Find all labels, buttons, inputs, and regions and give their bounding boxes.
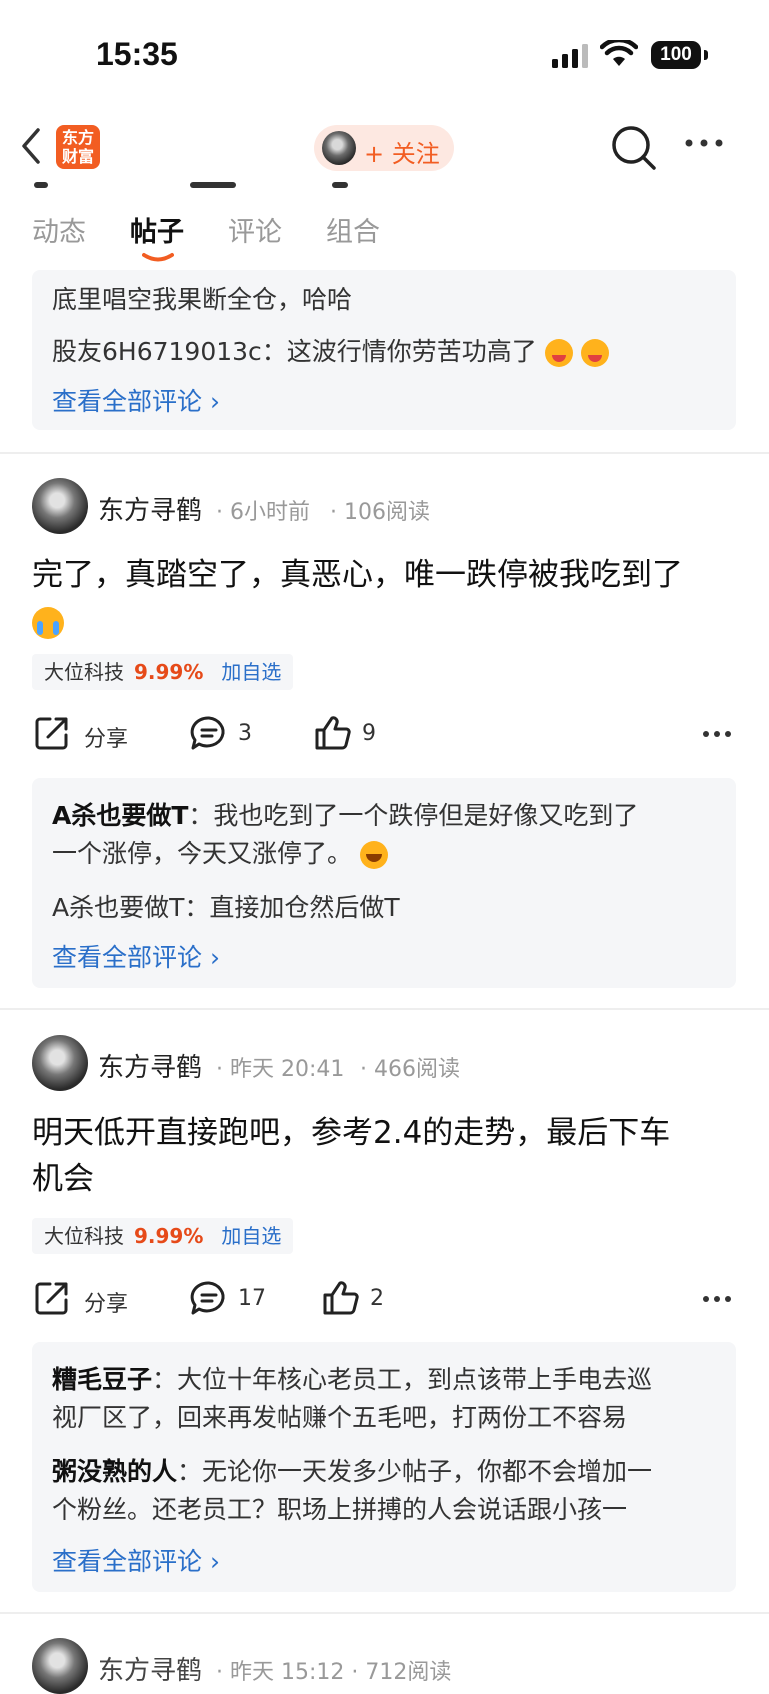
author-name[interactable]: 东方寻鹤 xyxy=(98,490,202,527)
share-button[interactable]: 分享 xyxy=(84,1286,128,1318)
like-count[interactable]: 9 xyxy=(362,721,376,746)
comment-author[interactable]: 糟毛豆子 xyxy=(52,1365,152,1394)
comment-author[interactable]: 粥没熟的人 xyxy=(52,1457,177,1486)
scrolled-text-fragment xyxy=(34,182,48,188)
like-icon[interactable] xyxy=(322,1280,360,1316)
wifi-icon xyxy=(600,40,638,66)
comment-text: 视厂区了，回来再发帖赚个五毛吧，打两份工不容易 xyxy=(52,1403,628,1432)
follow-label: + 关注 xyxy=(364,140,440,168)
emoji-icon xyxy=(359,841,388,869)
tab-comments[interactable]: 评论 xyxy=(228,210,282,249)
back-icon[interactable] xyxy=(16,126,46,166)
comment-text: ：无论你一天发多少帖子，你都不会增加一 xyxy=(177,1457,653,1486)
comment-text: ：大位十年核心老员工，到点该带上手电去巡 xyxy=(152,1365,653,1394)
comment-author[interactable]: A杀也要做T xyxy=(52,801,188,830)
tab-bar: 动态 帖子 评论 组合 xyxy=(0,182,769,264)
tab-activity[interactable]: 动态 xyxy=(32,210,86,249)
nav-bar: 东方 财富 + 关注 xyxy=(0,112,769,184)
comment-line: 股友6H6719013c：这波行情你劳苦功高了 xyxy=(52,332,609,368)
comment-text: ：直接加仓然后做T xyxy=(184,893,400,922)
comment-preview-card: 糟毛豆子：大位十年核心老员工，到点该带上手电去巡 视厂区了，回来再发帖赚个五毛吧… xyxy=(32,1342,736,1592)
divider xyxy=(0,1008,769,1010)
post-time: · 昨天 20:41 xyxy=(216,1057,345,1082)
battery-cap xyxy=(704,50,708,60)
status-time: 15:35 xyxy=(96,36,178,72)
like-count[interactable]: 2 xyxy=(370,1286,384,1311)
comment-preview-card: 底里唱空我果断全仓，哈哈 股友6H6719013c：这波行情你劳苦功高了 查看全… xyxy=(32,270,736,430)
share-icon[interactable] xyxy=(34,1280,70,1316)
comment-count[interactable]: 17 xyxy=(238,1286,266,1311)
divider xyxy=(0,452,769,454)
post-content[interactable]: 完了，真踏空了，真恶心，唯一跌停被我吃到了 xyxy=(32,552,732,644)
add-watchlist-button[interactable]: 加自选 xyxy=(221,1224,281,1248)
comment-text: ：这波行情你劳苦功高了 xyxy=(261,337,537,366)
active-tab-indicator xyxy=(142,253,174,262)
follow-button[interactable]: + 关注 xyxy=(314,125,454,171)
signal-icon xyxy=(552,44,588,68)
search-icon[interactable] xyxy=(610,124,658,172)
post-reads: · 466阅读 xyxy=(360,1057,460,1082)
author-avatar[interactable] xyxy=(32,1638,88,1694)
status-bar: 15:35 100 xyxy=(0,0,769,110)
comment-icon[interactable] xyxy=(190,1280,228,1316)
more-icon[interactable] xyxy=(684,138,724,148)
comment-line: 粥没熟的人：无论你一天发多少帖子，你都不会增加一 xyxy=(52,1452,652,1488)
view-all-comments-link[interactable]: 查看全部评论 › xyxy=(52,1542,220,1578)
divider xyxy=(0,1612,769,1614)
author-avatar[interactable] xyxy=(32,1035,88,1091)
comment-line: A杀也要做T：我也吃到了一个跌停但是好像又吃到了 xyxy=(52,796,638,832)
post-content[interactable]: 明天低开直接跑吧，参考2.4的走势，最后下车 机会 xyxy=(32,1110,732,1202)
share-icon[interactable] xyxy=(34,715,70,751)
stock-change: 9.99% xyxy=(134,1224,204,1248)
more-icon[interactable] xyxy=(702,730,732,738)
comment-line: 糟毛豆子：大位十年核心老员工，到点该带上手电去巡 xyxy=(52,1360,652,1396)
comment-preview-card: A杀也要做T：我也吃到了一个跌停但是好像又吃到了 一个涨停，今天又涨停了。 A杀… xyxy=(32,778,736,988)
view-all-comments-link[interactable]: 查看全部评论 › xyxy=(52,382,220,418)
author-name[interactable]: 东方寻鹤 xyxy=(98,1047,202,1084)
post-reads: · 106阅读 xyxy=(330,500,430,525)
like-icon[interactable] xyxy=(314,715,352,751)
stock-tag[interactable]: 大位科技 9.99% 加自选 xyxy=(32,654,294,690)
crying-emoji-icon xyxy=(32,606,64,639)
comment-line: A杀也要做T：直接加仓然后做T xyxy=(52,888,400,924)
comment-text: ：我也吃到了一个跌停但是好像又吃到了 xyxy=(188,801,639,830)
scrolled-text-fragment xyxy=(332,182,348,188)
comment-author[interactable]: 股友6H6719013c xyxy=(52,337,262,366)
stock-tag[interactable]: 大位科技 9.99% 加自选 xyxy=(32,1218,294,1254)
comment-text: 底里唱空我果断全仓，哈哈 xyxy=(52,285,353,314)
emoji-icon xyxy=(580,339,609,367)
share-button[interactable]: 分享 xyxy=(84,721,128,753)
comment-line: 个粉丝。还老员工？职场上拼搏的人会说话跟小孩一 xyxy=(52,1490,712,1526)
tab-portfolio[interactable]: 组合 xyxy=(326,210,380,249)
comment-text: 个粉丝。还老员工？职场上拼搏的人会说话跟小孩一 xyxy=(52,1495,628,1524)
view-all-comments-link[interactable]: 查看全部评论 › xyxy=(52,938,220,974)
comment-author[interactable]: A杀也要做T xyxy=(52,893,184,922)
comment-count[interactable]: 3 xyxy=(238,721,252,746)
avatar xyxy=(322,131,356,165)
emoji-icon xyxy=(544,339,573,367)
scrolled-text-fragment xyxy=(190,182,236,188)
app-logo[interactable]: 东方 财富 xyxy=(56,125,100,169)
author-name[interactable]: 东方寻鹤 xyxy=(98,1650,202,1687)
add-watchlist-button[interactable]: 加自选 xyxy=(221,660,281,684)
stock-change: 9.99% xyxy=(134,660,204,684)
battery-icon: 100 xyxy=(651,41,701,69)
comment-line: 视厂区了，回来再发帖赚个五毛吧，打两份工不容易 xyxy=(52,1398,712,1434)
comment-text: 一个涨停，今天又涨停了。 xyxy=(52,839,353,868)
more-icon[interactable] xyxy=(702,1295,732,1303)
post-time: · 6小时前 xyxy=(216,500,310,525)
comment-line: 一个涨停，今天又涨停了。 xyxy=(52,834,388,870)
comment-icon[interactable] xyxy=(190,715,228,751)
author-avatar[interactable] xyxy=(32,478,88,534)
tab-posts[interactable]: 帖子 xyxy=(130,210,184,249)
post-meta: · 昨天 15:12 · 712阅读 xyxy=(216,1660,452,1685)
